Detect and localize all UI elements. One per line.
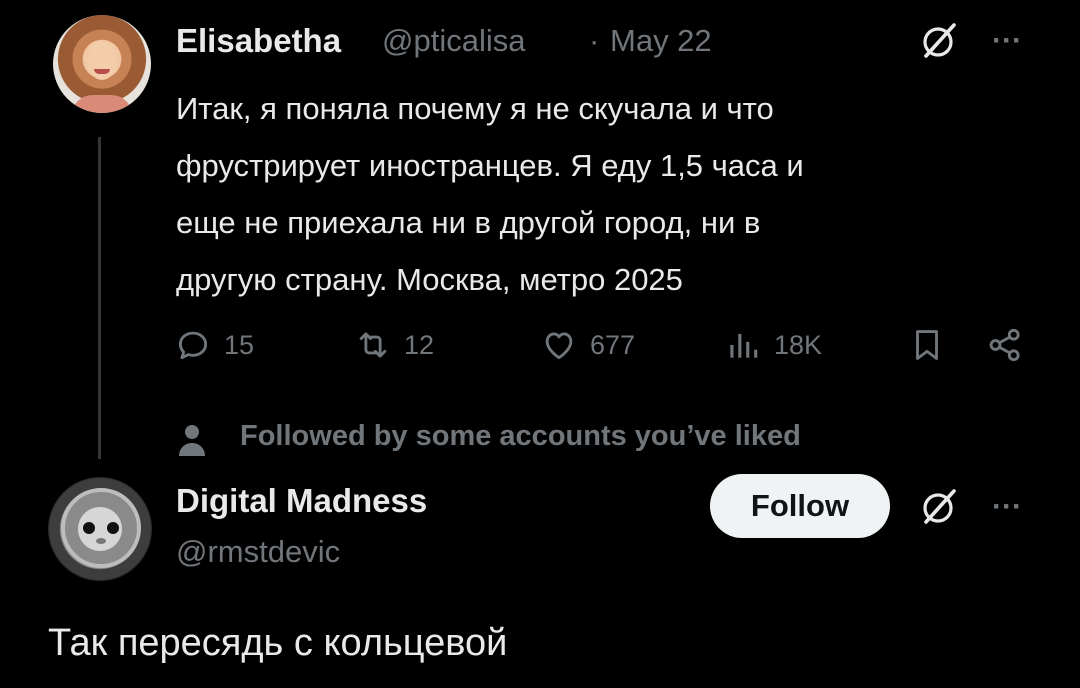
share-icon — [989, 328, 1020, 362]
views-button[interactable]: 18K — [724, 320, 822, 370]
views-chart-icon — [730, 333, 758, 358]
repost-count: 12 — [404, 329, 435, 360]
avatar-helmet — [61, 488, 141, 568]
follow-button[interactable]: Follow — [710, 474, 890, 538]
person-icon — [179, 425, 205, 456]
reply-count: 15 — [224, 329, 255, 360]
grok-icon[interactable] — [918, 20, 960, 62]
reply-button[interactable]: 15 — [174, 320, 254, 370]
like-button[interactable]: 677 — [540, 320, 635, 370]
share-button[interactable] — [986, 320, 1024, 370]
view-count: 18K — [774, 329, 823, 360]
more-options-icon[interactable]: ··· — [992, 26, 1022, 56]
more-options-icon[interactable]: ··· — [992, 492, 1022, 522]
reply-author-name[interactable]: Digital Madness — [176, 482, 427, 520]
avatar-elisabetha[interactable] — [53, 15, 151, 113]
reply-icon — [178, 331, 208, 360]
avatar-smile — [94, 69, 110, 74]
repost-icon — [359, 332, 387, 358]
bookmark-button[interactable] — [908, 320, 946, 370]
social-context-text: Followed by some accounts you’ve liked — [240, 420, 801, 452]
avatar-eye-left — [83, 522, 95, 534]
like-count: 677 — [590, 329, 636, 360]
meta-separator: · — [589, 23, 600, 58]
tweet-text: Итак, я поняла почему я не скучала и что… — [176, 91, 804, 297]
repost-button[interactable]: 12 — [354, 320, 434, 370]
avatar-face — [87, 42, 117, 80]
tweet-date[interactable]: May 22 — [610, 23, 712, 59]
avatar-shirt — [71, 95, 133, 113]
thread-connector-line — [98, 137, 101, 459]
avatar-digital-madness[interactable] — [48, 477, 152, 581]
heart-icon — [545, 332, 573, 360]
grok-icon[interactable] — [918, 486, 960, 528]
reply-author-handle[interactable]: @rmstdevic — [176, 534, 340, 570]
reply-text: Так пересядь с кольцевой — [48, 622, 508, 664]
bookmark-icon — [916, 330, 938, 360]
avatar-eye-right — [107, 522, 119, 534]
author-handle[interactable]: @pticalisa — [382, 23, 525, 59]
avatar-nose — [96, 538, 106, 544]
author-name[interactable]: Elisabetha — [176, 22, 341, 60]
